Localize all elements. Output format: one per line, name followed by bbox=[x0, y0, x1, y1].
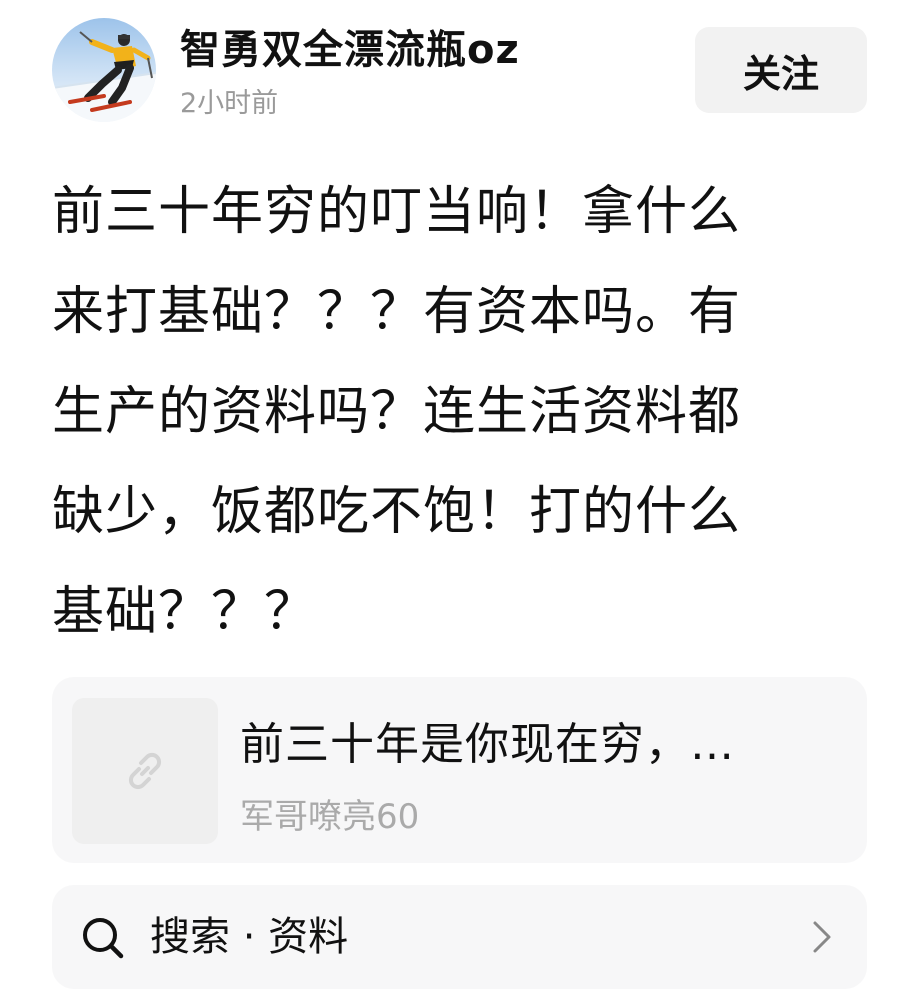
quoted-post-author: 军哥嘹亮60 bbox=[240, 797, 420, 837]
post-timestamp: 2小时前 bbox=[180, 88, 279, 119]
search-query-text: 搜索 · 资料 bbox=[150, 914, 349, 960]
post-text-line: 前三十年穷的叮当响！拿什么 bbox=[52, 182, 742, 242]
search-icon bbox=[83, 918, 124, 959]
link-thumbnail bbox=[72, 698, 218, 844]
username[interactable]: 智勇双全漂流瓶oz bbox=[180, 24, 520, 76]
quoted-post-title: 前三十年是你现在穷，… bbox=[240, 719, 735, 770]
post-text-line: 生产的资料吗？连生活资料都 bbox=[52, 382, 742, 442]
chevron-right-icon bbox=[813, 921, 831, 953]
follow-button[interactable]: 关注 bbox=[695, 27, 867, 113]
related-search-bar[interactable]: 搜索 · 资料 bbox=[52, 885, 867, 989]
post-header: 智勇双全漂流瓶oz 2小时前 关注 bbox=[0, 0, 918, 140]
link-icon bbox=[128, 752, 162, 790]
skier-avatar-image bbox=[52, 31, 156, 122]
post-text-line: 来打基础？？？有资本吗。有 bbox=[52, 282, 742, 342]
post-text-line: 基础？？？ bbox=[52, 582, 318, 642]
avatar[interactable] bbox=[52, 18, 156, 122]
quoted-post-card[interactable]: 前三十年是你现在穷，… 军哥嘹亮60 bbox=[52, 677, 867, 863]
post-text-line: 缺少，饭都吃不饱！打的什么 bbox=[52, 482, 742, 542]
post-body: 前三十年穷的叮当响！拿什么 来打基础？？？有资本吗。有 生产的资料吗？连生活资料… bbox=[52, 162, 864, 662]
